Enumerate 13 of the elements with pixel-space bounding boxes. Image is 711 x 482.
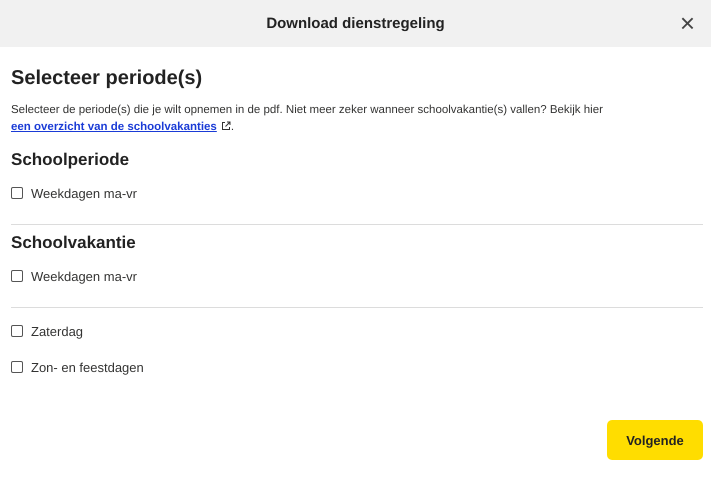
close-button[interactable]: ×: [678, 10, 697, 36]
intro-text: Selecteer de periode(s) die je wilt opnemen in de pdf. Niet meer zeker wanneer schoolvakantie(s) vallen? Bekijk hier een overzicht van de schoolvakanties .: [11, 103, 604, 135]
section-heading: Schoolvakantie: [11, 233, 137, 253]
page-heading: Selecteer periode(s): [11, 67, 204, 90]
checkbox-option[interactable]: Weekdagen ma-vr: [11, 263, 703, 289]
dialog-title: Download dienstregeling: [266, 15, 445, 32]
vacation-overview-link[interactable]: een overzicht van de schoolvakanties: [11, 121, 231, 133]
external-link-icon: [220, 121, 231, 131]
checkbox-option[interactable]: Weekdagen ma-vr: [11, 180, 703, 206]
section-heading: Schoolperiode: [11, 150, 130, 170]
next-button[interactable]: Volgende: [607, 420, 703, 460]
checkbox-option[interactable]: Zon- en feestdagen: [11, 354, 703, 380]
checkbox-option[interactable]: Zaterdag: [11, 318, 703, 344]
